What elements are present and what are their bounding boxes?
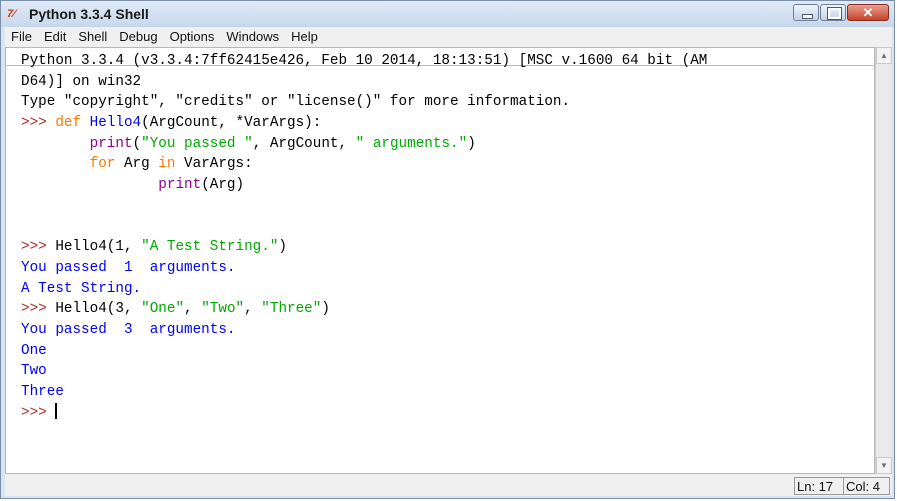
shell-output[interactable]: Python 3.3.4 (v3.3.4:7ff62415e426, Feb 1… (21, 51, 871, 423)
code-token: , ArgCount, (252, 135, 356, 152)
code-token: Two (21, 363, 47, 380)
code-token: One (21, 342, 47, 359)
code-token: , (184, 301, 202, 318)
shell-line: print(Arg) (21, 175, 871, 196)
arrow-down-icon: ▼ (880, 461, 888, 470)
code-token: >>> (21, 404, 56, 421)
minimize-button[interactable] (793, 4, 819, 21)
code-token: Hello4 (89, 115, 142, 132)
code-token: " arguments." (355, 135, 468, 152)
status-column-number: Col: 4 (843, 477, 890, 495)
idle-shell-window: 7⁄ Python 3.3.4 Shell ✕ File Edit Shell … (0, 0, 895, 499)
shell-line: >>> Hello4(1, "A Test String.") (21, 237, 871, 258)
code-token: ) (321, 301, 330, 318)
minimize-icon (802, 14, 813, 19)
vertical-scrollbar[interactable]: ▲ ▼ (875, 47, 892, 474)
code-token: , (244, 301, 262, 318)
code-token: Hello4(1, (55, 239, 142, 256)
shell-line: D64)] on win32 (21, 72, 871, 93)
shell-line: Three (21, 382, 871, 403)
shell-line: >>> def Hello4(ArgCount, *VarArgs): (21, 113, 871, 134)
code-token: "A Test String." (141, 239, 279, 256)
code-token: ) (278, 239, 287, 256)
menu-help[interactable]: Help (285, 27, 324, 47)
arrow-up-icon: ▲ (880, 51, 888, 60)
shell-line: You passed 1 arguments. (21, 258, 871, 279)
code-token: print (89, 135, 133, 152)
scroll-down-button[interactable]: ▼ (876, 457, 892, 474)
code-token: D64)] on win32 (21, 73, 142, 90)
code-token: Arg (123, 156, 159, 173)
shell-line: Type "copyright", "credits" or "license(… (21, 92, 871, 113)
code-token: You passed 1 arguments. (21, 259, 236, 276)
code-token: >>> (21, 301, 56, 318)
close-icon: ✕ (862, 5, 874, 20)
shell-line: Two (21, 361, 871, 382)
shell-line: A Test String. (21, 279, 871, 300)
code-token: ( (132, 135, 142, 152)
tk-logo-icon: 7⁄ (7, 8, 15, 20)
code-token: ) (467, 135, 476, 152)
shell-line: You passed 3 arguments. (21, 320, 871, 341)
code-token: in (158, 156, 185, 173)
status-bar: Ln: 17 Col: 4 (5, 474, 892, 496)
shell-line: print("You passed ", ArgCount, " argumen… (21, 134, 871, 155)
menu-windows[interactable]: Windows (220, 27, 285, 47)
code-token: "You passed " (141, 135, 253, 152)
maximize-icon (827, 7, 842, 20)
close-button[interactable]: ✕ (847, 4, 889, 21)
code-token: A Test String. (21, 280, 142, 297)
shell-line: One (21, 341, 871, 362)
code-token: Type "copyright", "credits" or "license(… (21, 94, 571, 111)
menu-debug[interactable]: Debug (113, 27, 163, 47)
code-token: VarArgs: (184, 156, 253, 173)
shell-line: >>> (21, 402, 871, 424)
code-token: >>> (21, 239, 56, 256)
shell-line: Python 3.3.4 (v3.3.4:7ff62415e426, Feb 1… (21, 51, 871, 72)
code-token: Three (21, 384, 64, 400)
menu-edit[interactable]: Edit (38, 27, 72, 47)
menu-bar: File Edit Shell Debug Options Windows He… (5, 27, 892, 47)
status-line-number: Ln: 17 (794, 477, 844, 495)
menu-options[interactable]: Options (164, 27, 221, 47)
code-token: (Arg) (201, 177, 245, 194)
window-controls: ✕ (792, 4, 889, 23)
code-token: "One" (141, 301, 185, 318)
code-token: "Two" (201, 301, 245, 318)
menu-file[interactable]: File (5, 27, 38, 47)
code-token: Hello4(3, (55, 301, 142, 318)
shell-line: for Arg in VarArgs: (21, 154, 871, 175)
code-token: print (158, 177, 202, 194)
menu-shell[interactable]: Shell (72, 27, 113, 47)
shell-line: >>> Hello4(3, "One", "Two", "Three") (21, 299, 871, 320)
scroll-up-button[interactable]: ▲ (876, 47, 892, 64)
text-cursor (55, 402, 58, 419)
title-bar[interactable]: 7⁄ Python 3.3.4 Shell ✕ (1, 1, 894, 27)
code-token: Python 3.3.4 (v3.3.4:7ff62415e426, Feb 1… (21, 53, 708, 69)
code-token: def (55, 115, 90, 132)
code-token: (ArgCount, *VarArgs): (141, 115, 322, 132)
code-token: You passed 3 arguments. (21, 321, 236, 338)
code-token: "Three" (261, 301, 322, 318)
code-token: >>> (21, 115, 56, 132)
code-token: for (89, 156, 124, 173)
window-title: Python 3.3.4 Shell (29, 6, 149, 22)
maximize-button[interactable] (820, 4, 846, 21)
